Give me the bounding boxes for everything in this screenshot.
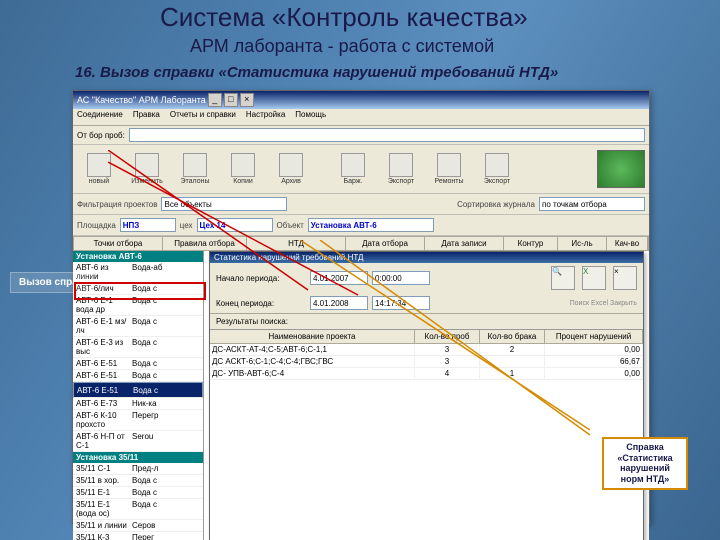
- export-icon: [485, 153, 509, 177]
- menu-item[interactable]: Соединение: [77, 110, 123, 124]
- excel-button[interactable]: X: [582, 266, 606, 290]
- filter-label: Фильтрация проектов: [77, 200, 157, 209]
- location-row: Площадка НПЗ цех Цех 14 Объект Установка…: [73, 215, 649, 236]
- callout-right: Справка «Статистика нарушений норм НТД»: [602, 437, 688, 490]
- tool-barge[interactable]: Барж.: [331, 153, 375, 185]
- tree-section[interactable]: Установка 35/11: [73, 452, 203, 463]
- search-button[interactable]: 🔍: [551, 266, 575, 290]
- slide-title: Система «Контроль качества»: [160, 2, 528, 33]
- slide-caption: 16. Вызов справки «Статистика нарушений …: [75, 64, 558, 81]
- maximize-button[interactable]: □: [224, 93, 238, 107]
- highlight-box: [74, 282, 206, 300]
- search-label: От бор проб:: [77, 131, 125, 140]
- tool-archive[interactable]: Архив: [269, 153, 313, 185]
- tree-item[interactable]: АВТ-6 Е-3 из высВода с: [73, 337, 203, 358]
- tree-item[interactable]: 35/11 в хор.Вода с: [73, 475, 203, 487]
- grid-header: Точки отбора Правила отбора НТД Дата отб…: [73, 236, 649, 251]
- period-end-row: Конец периода: Поиск Excel Закрыть: [210, 293, 643, 313]
- sort-select[interactable]: по точкам отбора: [539, 197, 645, 211]
- result-row[interactable]: ДС-АСКТ-АТ-4;С-5;АВТ-6;С-1,1320,00: [210, 344, 643, 356]
- tree-item[interactable]: 35/11 С-1Пред-л: [73, 463, 203, 475]
- tree-item[interactable]: АВТ-6 Е-73Ник-ка: [73, 398, 203, 410]
- tree-item[interactable]: АВТ-6 Е-51Вода с: [73, 382, 203, 398]
- tree-item[interactable]: 35/11 и линииСеров: [73, 520, 203, 532]
- tool-export1[interactable]: Экспорт: [379, 153, 423, 185]
- sort-label: Сортировка журнала: [457, 200, 535, 209]
- archive-icon: [279, 153, 303, 177]
- results-label: Результаты поиска:: [210, 313, 643, 329]
- close-popup-button[interactable]: ×: [613, 266, 637, 290]
- popup-title: Статистика нарушений требований НТД: [210, 252, 643, 263]
- slide-subtitle: АРМ лаборанта - работа с системой: [190, 36, 494, 57]
- tree-item[interactable]: АВТ-6 К-10 прохстоПерегр: [73, 410, 203, 431]
- doc-icon: [341, 153, 365, 177]
- wrench-icon: [437, 153, 461, 177]
- period-start-row: Начало периода: 🔍 X ×: [210, 263, 643, 293]
- edit-icon: [135, 153, 159, 177]
- tree-item[interactable]: АВТ-6 Е-51Вода с: [73, 358, 203, 370]
- start-time-input[interactable]: [372, 271, 430, 285]
- tree-item[interactable]: 35/11 Е-1Вода с: [73, 487, 203, 499]
- export-icon: [389, 153, 413, 177]
- tool-repair[interactable]: Ремонты: [427, 153, 471, 185]
- end-time-input[interactable]: [372, 296, 430, 310]
- logo-icon: [597, 150, 645, 188]
- menu-item[interactable]: Настройка: [246, 110, 285, 124]
- tree-item[interactable]: 35/11 Е-1 (вода ос)Вода с: [73, 499, 203, 520]
- tool-new[interactable]: новый: [77, 153, 121, 185]
- menubar[interactable]: Соединение Правка Отчеты и справки Настр…: [73, 109, 649, 126]
- copy-icon: [231, 153, 255, 177]
- search-row: От бор проб:: [73, 126, 649, 145]
- slide: Система «Контроль качества» АРМ лаборант…: [0, 0, 720, 540]
- result-row[interactable]: ДС АСКТ-6;С-1;С-4;С-4;ГВС;ГВС366,67: [210, 356, 643, 368]
- tool-etalon[interactable]: Эталоны: [173, 153, 217, 185]
- star-icon: [183, 153, 207, 177]
- minimize-button[interactable]: _: [208, 93, 222, 107]
- toolbar: новый Изменить Эталоны Копии Архив Барж.…: [73, 145, 649, 194]
- site-select[interactable]: НПЗ: [120, 218, 176, 232]
- tool-edit[interactable]: Изменить: [125, 153, 169, 185]
- filter-select[interactable]: Все объекты: [161, 197, 287, 211]
- end-date-input[interactable]: [310, 296, 368, 310]
- result-row[interactable]: ДС- УПВ-АВТ-6;С-4410,00: [210, 368, 643, 380]
- app-window: АС "Качество" АРМ Лаборанта _ □ × Соедин…: [72, 90, 650, 524]
- right-pane: Статистика нарушений требований НТД Нача…: [204, 251, 649, 540]
- shop-select[interactable]: Цех 14: [197, 218, 273, 232]
- object-select[interactable]: Установка АВТ-6: [308, 218, 434, 232]
- menu-item[interactable]: Правка: [133, 110, 160, 124]
- tree-item[interactable]: 35/11 К-3 прохстокПерег: [73, 532, 203, 540]
- window-title: АС "Качество" АРМ Лаборанта: [77, 95, 206, 105]
- menu-item[interactable]: Помощь: [295, 110, 326, 124]
- new-icon: [87, 153, 111, 177]
- close-button[interactable]: ×: [240, 93, 254, 107]
- tree-item[interactable]: АВТ-6 Е-1 мз/лчВода с: [73, 316, 203, 337]
- tool-export2[interactable]: Экспорт: [475, 153, 519, 185]
- stats-popup: Статистика нарушений требований НТД Нача…: [209, 251, 644, 540]
- popup-hint: Поиск Excel Закрыть: [570, 300, 637, 307]
- start-date-input[interactable]: [310, 271, 368, 285]
- titlebar: АС "Качество" АРМ Лаборанта _ □ ×: [73, 91, 649, 109]
- filter-row: Фильтрация проектов Все объекты Сортиров…: [73, 194, 649, 215]
- results-grid: Наименование проекта Кол-во проб Кол-во …: [210, 329, 643, 380]
- tree-item[interactable]: АВТ-6 Н-П от С-1Serou: [73, 431, 203, 452]
- tree-section[interactable]: Установка АВТ-6: [73, 251, 203, 262]
- menu-item[interactable]: Отчеты и справки: [170, 110, 236, 124]
- search-input[interactable]: [129, 128, 645, 142]
- tree-item[interactable]: АВТ-6 Е-51Вода с: [73, 370, 203, 382]
- tool-copy[interactable]: Копии: [221, 153, 265, 185]
